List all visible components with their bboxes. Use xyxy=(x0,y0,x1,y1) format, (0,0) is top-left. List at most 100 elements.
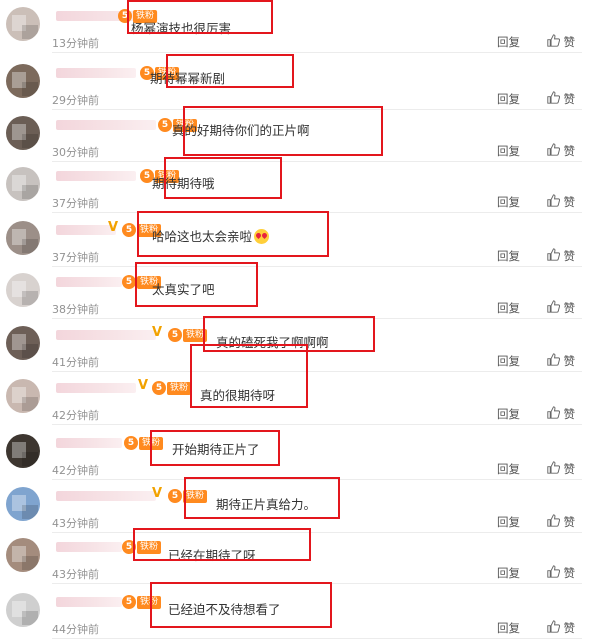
vip-v-icon: V xyxy=(152,486,163,501)
reply-button[interactable]: 回复 xyxy=(497,406,520,422)
thumbs-up-icon xyxy=(546,406,564,422)
like-label: 赞 xyxy=(563,35,576,49)
comment-time: 37分钟前 xyxy=(52,251,99,264)
like-button[interactable]: 赞 xyxy=(546,143,576,159)
thumbs-up-icon xyxy=(546,300,564,316)
fan-level-icon: 5 xyxy=(158,118,172,132)
reply-button[interactable]: 回复 xyxy=(497,143,520,159)
fan-level-icon: 5 xyxy=(122,595,136,609)
thumbs-up-icon xyxy=(546,565,564,581)
reply-button[interactable]: 回复 xyxy=(497,353,520,369)
avatar[interactable] xyxy=(6,116,40,150)
comment-row: 5 铁粉 太真实了吧 38分钟前 回复 赞 xyxy=(0,266,590,319)
like-label: 赞 xyxy=(563,354,576,368)
comment-time: 38分钟前 xyxy=(52,303,99,316)
like-button[interactable]: 赞 xyxy=(546,620,576,636)
reply-button[interactable]: 回复 xyxy=(497,34,520,50)
username-blurred[interactable] xyxy=(56,120,156,130)
fan-level-icon: 5 xyxy=(168,489,182,503)
vip-v-icon: V xyxy=(152,325,163,340)
avatar[interactable] xyxy=(6,64,40,98)
like-label: 赞 xyxy=(563,301,576,315)
like-label: 赞 xyxy=(563,249,576,263)
like-label: 赞 xyxy=(563,144,576,158)
comment-time: 41分钟前 xyxy=(52,356,99,369)
username-blurred[interactable] xyxy=(56,383,136,393)
reply-button[interactable]: 回复 xyxy=(497,194,520,210)
username-blurred[interactable] xyxy=(56,225,116,235)
avatar[interactable] xyxy=(6,487,40,521)
like-button[interactable]: 赞 xyxy=(546,91,576,107)
highlight-box xyxy=(184,477,340,519)
avatar[interactable] xyxy=(6,167,40,201)
reply-button[interactable]: 回复 xyxy=(497,91,520,107)
fan-level-icon: 5 xyxy=(168,328,182,342)
comment-time: 29分钟前 xyxy=(52,94,99,107)
like-button[interactable]: 赞 xyxy=(546,300,576,316)
comment-row: 5 铁粉 杨幂演技也很厉害 13分钟前 回复 赞 xyxy=(0,0,590,53)
like-button[interactable]: 赞 xyxy=(546,194,576,210)
avatar[interactable] xyxy=(6,379,40,413)
vip-v-icon: V xyxy=(138,378,149,393)
comment-time: 42分钟前 xyxy=(52,409,99,422)
comment-row: 5 铁粉 开始期待正片了 42分钟前 回复 赞 xyxy=(0,427,590,480)
reply-button[interactable]: 回复 xyxy=(497,248,520,264)
username-blurred[interactable] xyxy=(56,597,122,607)
username-blurred[interactable] xyxy=(56,330,156,340)
comment-row: 5 铁粉 期待期待哦 37分钟前 回复 赞 xyxy=(0,160,590,213)
username-blurred[interactable] xyxy=(56,491,156,501)
fan-level-icon: 5 xyxy=(122,275,136,289)
avatar[interactable] xyxy=(6,7,40,41)
thumbs-up-icon xyxy=(546,143,564,159)
avatar[interactable] xyxy=(6,221,40,255)
comment-time: 37分钟前 xyxy=(52,197,99,210)
highlight-box xyxy=(164,157,282,199)
avatar[interactable] xyxy=(6,326,40,360)
reply-button[interactable]: 回复 xyxy=(497,300,520,316)
username-blurred[interactable] xyxy=(56,171,136,181)
like-label: 赞 xyxy=(563,92,576,106)
like-button[interactable]: 赞 xyxy=(546,406,576,422)
thumbs-up-icon xyxy=(546,248,564,264)
fan-badge: 5 铁粉 xyxy=(152,381,192,395)
thumbs-up-icon xyxy=(546,461,564,477)
like-button[interactable]: 赞 xyxy=(546,461,576,477)
like-label: 赞 xyxy=(563,195,576,209)
like-label: 赞 xyxy=(563,515,576,529)
highlight-box xyxy=(135,262,258,307)
like-label: 赞 xyxy=(563,566,576,580)
reply-button[interactable]: 回复 xyxy=(497,461,520,477)
like-button[interactable]: 赞 xyxy=(546,34,576,50)
divider xyxy=(52,424,582,425)
avatar[interactable] xyxy=(6,538,40,572)
username-blurred[interactable] xyxy=(56,542,122,552)
reply-button[interactable]: 回复 xyxy=(497,565,520,581)
avatar[interactable] xyxy=(6,593,40,627)
fan-badge: 5 铁粉 xyxy=(168,328,208,342)
thumbs-up-icon xyxy=(546,353,564,369)
avatar[interactable] xyxy=(6,273,40,307)
like-label: 赞 xyxy=(563,462,576,476)
avatar[interactable] xyxy=(6,434,40,468)
like-label: 赞 xyxy=(563,621,576,635)
fan-level-icon: 5 xyxy=(122,223,136,237)
like-button[interactable]: 赞 xyxy=(546,248,576,264)
comment-time: 43分钟前 xyxy=(52,517,99,530)
like-button[interactable]: 赞 xyxy=(546,353,576,369)
like-button[interactable]: 赞 xyxy=(546,514,576,530)
vip-v-icon: V xyxy=(108,220,119,235)
reply-button[interactable]: 回复 xyxy=(497,620,520,636)
comment-time: 42分钟前 xyxy=(52,464,99,477)
username-blurred[interactable] xyxy=(56,277,122,287)
fan-level-icon: 5 xyxy=(124,436,138,450)
like-button[interactable]: 赞 xyxy=(546,565,576,581)
thumbs-up-icon xyxy=(546,194,564,210)
username-blurred[interactable] xyxy=(56,438,122,448)
like-label: 赞 xyxy=(563,407,576,421)
highlight-box xyxy=(190,344,308,408)
highlight-box xyxy=(133,528,311,561)
highlight-box xyxy=(150,582,332,628)
thumbs-up-icon xyxy=(546,34,564,50)
username-blurred[interactable] xyxy=(56,68,136,78)
reply-button[interactable]: 回复 xyxy=(497,514,520,530)
